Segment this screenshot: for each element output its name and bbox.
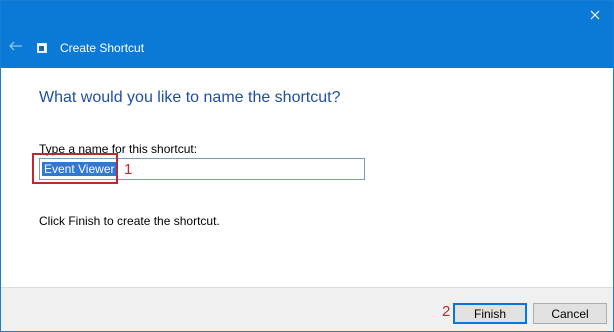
callout-number-1: 1 xyxy=(124,161,133,178)
callout-highlight-box xyxy=(32,153,118,184)
back-button[interactable] xyxy=(7,37,25,55)
title-bar: Create Shortcut xyxy=(1,1,613,68)
close-icon xyxy=(590,10,600,20)
finish-instruction: Click Finish to create the shortcut. xyxy=(39,214,220,228)
finish-button[interactable]: Finish xyxy=(453,303,527,324)
dialog-footer: 2 Finish Cancel xyxy=(1,287,613,331)
cancel-button[interactable]: Cancel xyxy=(533,303,607,324)
page-heading: What would you like to name the shortcut… xyxy=(39,89,341,106)
shortcut-icon xyxy=(37,43,47,53)
back-arrow-icon xyxy=(9,41,22,51)
create-shortcut-window: Create Shortcut What would you like to n… xyxy=(0,0,614,332)
close-button[interactable] xyxy=(583,5,607,25)
window-title: Create Shortcut xyxy=(60,41,145,55)
dialog-content: What would you like to name the shortcut… xyxy=(1,68,613,287)
callout-number-2: 2 xyxy=(442,303,451,320)
